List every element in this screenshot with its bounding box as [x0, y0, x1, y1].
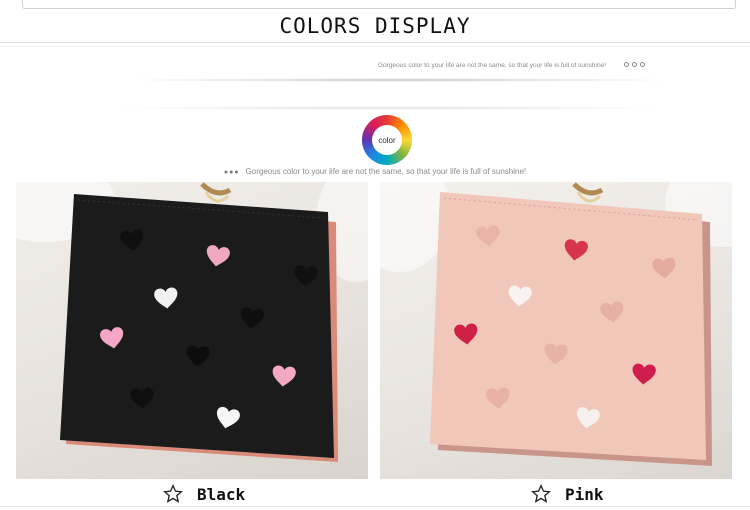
pink-wallet-illustration — [380, 182, 732, 466]
black-wallet-illustration — [16, 182, 368, 462]
tagline-center: ●●● Gorgeous color to your life are not t… — [0, 167, 750, 176]
caption-pink[interactable]: Pink — [531, 484, 604, 504]
caption-label: Black — [197, 484, 246, 504]
star-outline-icon — [163, 484, 183, 503]
title-divider-shadow — [0, 46, 750, 47]
product-photo-pink[interactable] — [380, 182, 732, 479]
tagline-small: Gorgeous color to your life are not the … — [378, 62, 606, 69]
color-wheel-icon: color — [362, 115, 412, 165]
color-wheel-label: color — [372, 125, 402, 155]
shadow-divider — [120, 78, 680, 82]
tagline-text: Gorgeous color to your life are not the … — [245, 167, 527, 176]
caption-black[interactable]: Black — [163, 484, 245, 504]
star-outline-icon — [531, 484, 551, 503]
shadow-divider — [110, 106, 670, 110]
bullet-dots: ●●● — [223, 169, 240, 176]
caption-label: Pink — [565, 484, 604, 504]
dots-ornament — [624, 62, 645, 67]
product-photo-black[interactable] — [16, 182, 368, 479]
page-title: COLORS DISPLAY — [279, 14, 471, 38]
bottom-divider — [0, 506, 750, 507]
title-divider — [0, 42, 750, 43]
top-frame — [22, 0, 736, 9]
